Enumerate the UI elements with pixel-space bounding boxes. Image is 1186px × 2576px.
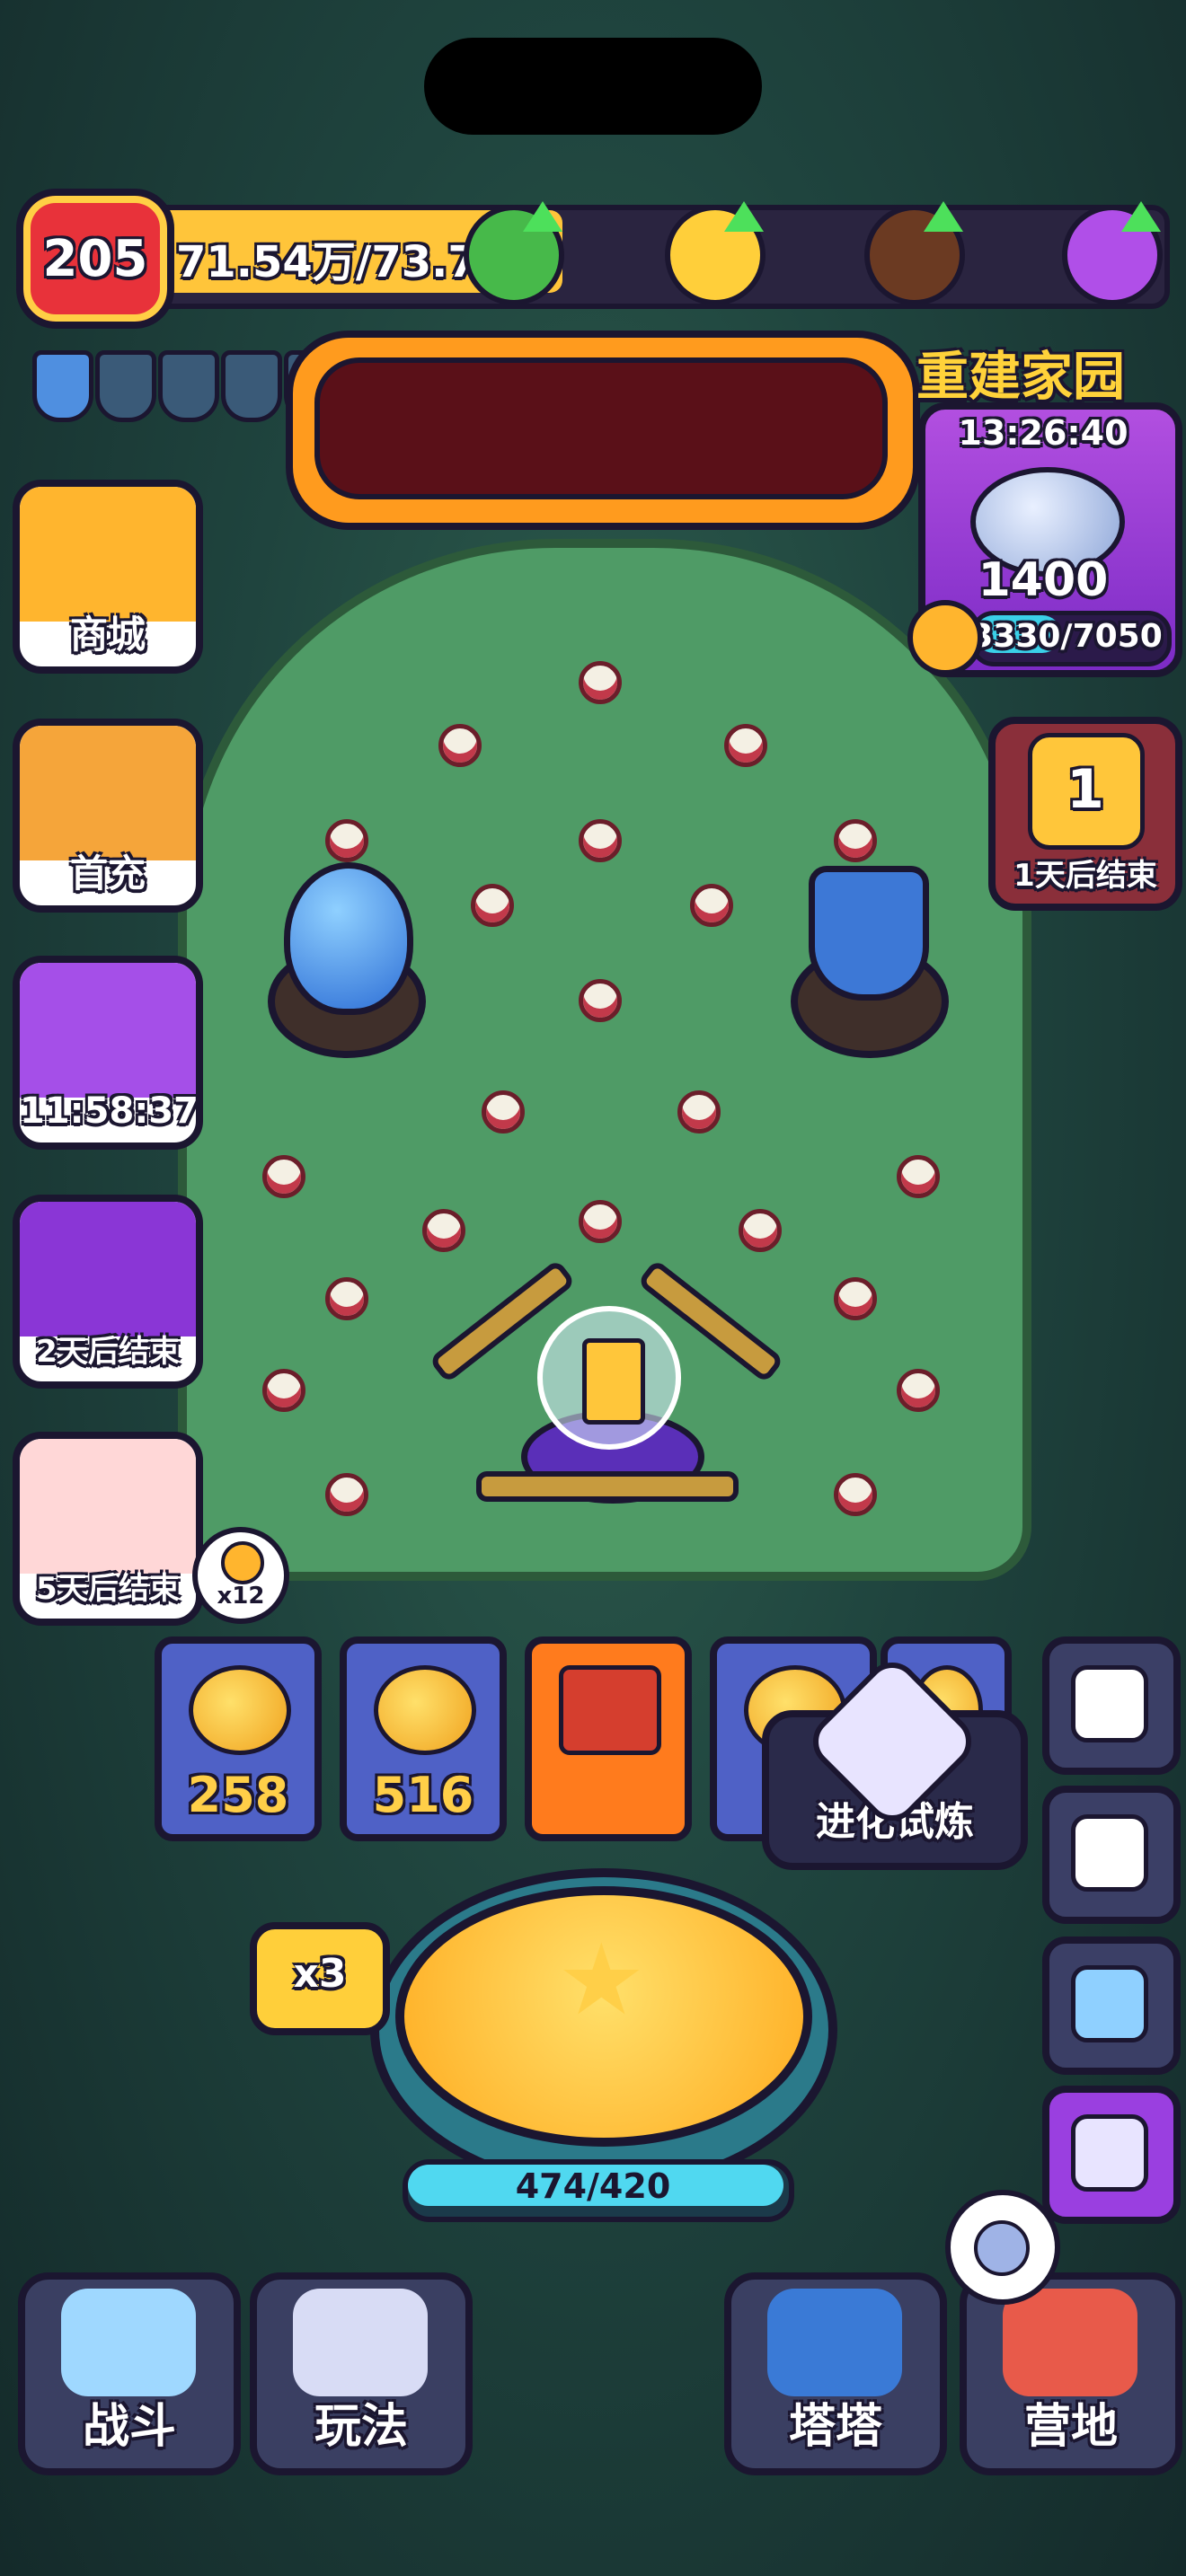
peg (897, 1155, 940, 1198)
peg (724, 724, 767, 767)
peg (482, 1090, 525, 1134)
lucky-wheel-icon (20, 1202, 196, 1337)
coin-pile-icon (189, 1665, 291, 1755)
calendar-event-button[interactable]: 5天后结束 (13, 1432, 203, 1626)
calendar-icon (20, 1439, 196, 1574)
shop-label: 商城 (69, 613, 146, 657)
orb-icon (974, 2220, 1030, 2276)
trophy-event-button[interactable]: 1 1天后结束 (988, 717, 1182, 911)
peg (690, 884, 733, 927)
wheel-event-button[interactable]: 2天后结束 (13, 1195, 203, 1389)
shield-icon-active (32, 350, 93, 422)
peg (262, 1155, 305, 1198)
shield-target-icon[interactable] (809, 866, 929, 1001)
peg (579, 661, 622, 704)
rebuild-home-title: 重建家园 (916, 346, 1126, 407)
peg (897, 1369, 940, 1412)
first-recharge-button[interactable]: 首充 (13, 719, 203, 913)
orb-pack-icon (20, 963, 196, 1098)
first-recharge-label: 首充 (69, 851, 146, 895)
evolution-button[interactable] (1042, 2086, 1181, 2224)
reward-card-1[interactable]: 258 (155, 1636, 322, 1841)
peg (422, 1209, 465, 1252)
rebuild-reward-count: 1400 (978, 553, 1109, 607)
multiplier-label: x3 (293, 1951, 347, 1997)
shop-basket-icon (20, 487, 196, 622)
player-level-badge[interactable]: 205 (16, 189, 174, 329)
rebuild-timer: 13:26:40 (958, 413, 1128, 453)
rebuild-progress-text: 3330/7050 (970, 618, 1163, 655)
peg (739, 1209, 782, 1252)
reward-card-2[interactable]: 516 (340, 1636, 507, 1841)
peg (834, 819, 877, 862)
peg (438, 724, 482, 767)
bottom-rail (476, 1471, 739, 1502)
launch-progress-text: 474/420 (515, 2166, 671, 2206)
friends-button[interactable] (1042, 1936, 1181, 2075)
tasks-button[interactable] (1042, 1786, 1181, 1924)
multiplier-button[interactable]: x3 (250, 1922, 390, 2035)
mystery-card[interactable] (525, 1636, 692, 1841)
peg (834, 1473, 877, 1516)
cat-emblem-icon (1071, 2114, 1148, 2192)
gamepad-icon (293, 2289, 428, 2396)
peg (579, 979, 622, 1022)
gift-card-bubble-icon[interactable] (537, 1306, 681, 1450)
peg (834, 1277, 877, 1320)
card-value: 516 (372, 1767, 474, 1823)
peg (325, 1277, 368, 1320)
shield-icon (158, 350, 219, 422)
peg (579, 1200, 622, 1243)
wheel-event-label: 2天后结束 (36, 1334, 180, 1370)
nav-camp-label: 营地 (1023, 2400, 1118, 2454)
peg (579, 819, 622, 862)
coin-stack-badge: x12 (192, 1527, 289, 1624)
limited-offer-timer: 11:58:37 (20, 1090, 199, 1132)
nav-play[interactable]: 玩法 (250, 2272, 473, 2475)
screw-icon (221, 1541, 264, 1584)
mystery-star-icon (559, 1665, 661, 1755)
nav-tata-label: 塔塔 (788, 2400, 882, 2454)
tent-icon (1003, 2289, 1137, 2396)
star-icon: ★ (557, 1922, 646, 2037)
dog-character-icon (20, 726, 196, 860)
wings-upgrade-icon[interactable] (864, 201, 965, 305)
peg (325, 819, 368, 862)
shield-icon (221, 350, 282, 422)
marquee-screen (314, 357, 888, 499)
coin-pile-icon (374, 1665, 476, 1755)
peg (471, 884, 514, 927)
star-egg-icon[interactable] (284, 862, 413, 1015)
rainbow-upgrade-icon[interactable] (1062, 201, 1163, 305)
nav-battle[interactable]: 战斗 (18, 2272, 241, 2475)
trophy-rank: 1 (1067, 758, 1104, 821)
green-upgrade-icon[interactable] (464, 201, 564, 305)
peg (262, 1369, 305, 1412)
card-value: 258 (187, 1767, 289, 1823)
nav-tata[interactable]: 塔塔 (724, 2272, 947, 2475)
camera-notch (424, 38, 762, 135)
peg (325, 1473, 368, 1516)
coin-count: x12 (217, 1583, 265, 1610)
crossed-swords-icon (61, 2289, 196, 2396)
camp-orb-badge (945, 2190, 1060, 2305)
calendar-event-label: 5天后结束 (36, 1571, 180, 1607)
screw-icon (907, 600, 983, 675)
trophy-event-label: 1天后结束 (1013, 858, 1157, 894)
peg (677, 1090, 721, 1134)
player-level: 205 (42, 230, 148, 288)
shield-icon (95, 350, 156, 422)
cat-robot-icon (767, 2289, 902, 2396)
friends-icon (1071, 1965, 1148, 2042)
limited-offer-button[interactable]: 11:58:37 (13, 956, 203, 1150)
chat-button[interactable] (1042, 1636, 1181, 1775)
nav-battle-label: 战斗 (82, 2400, 176, 2454)
chat-icon (1071, 1665, 1148, 1742)
clipboard-check-icon (1071, 1814, 1148, 1892)
shop-button[interactable]: 商城 (13, 480, 203, 674)
nav-play-label: 玩法 (314, 2400, 408, 2454)
lightning-upgrade-icon[interactable] (665, 201, 766, 305)
